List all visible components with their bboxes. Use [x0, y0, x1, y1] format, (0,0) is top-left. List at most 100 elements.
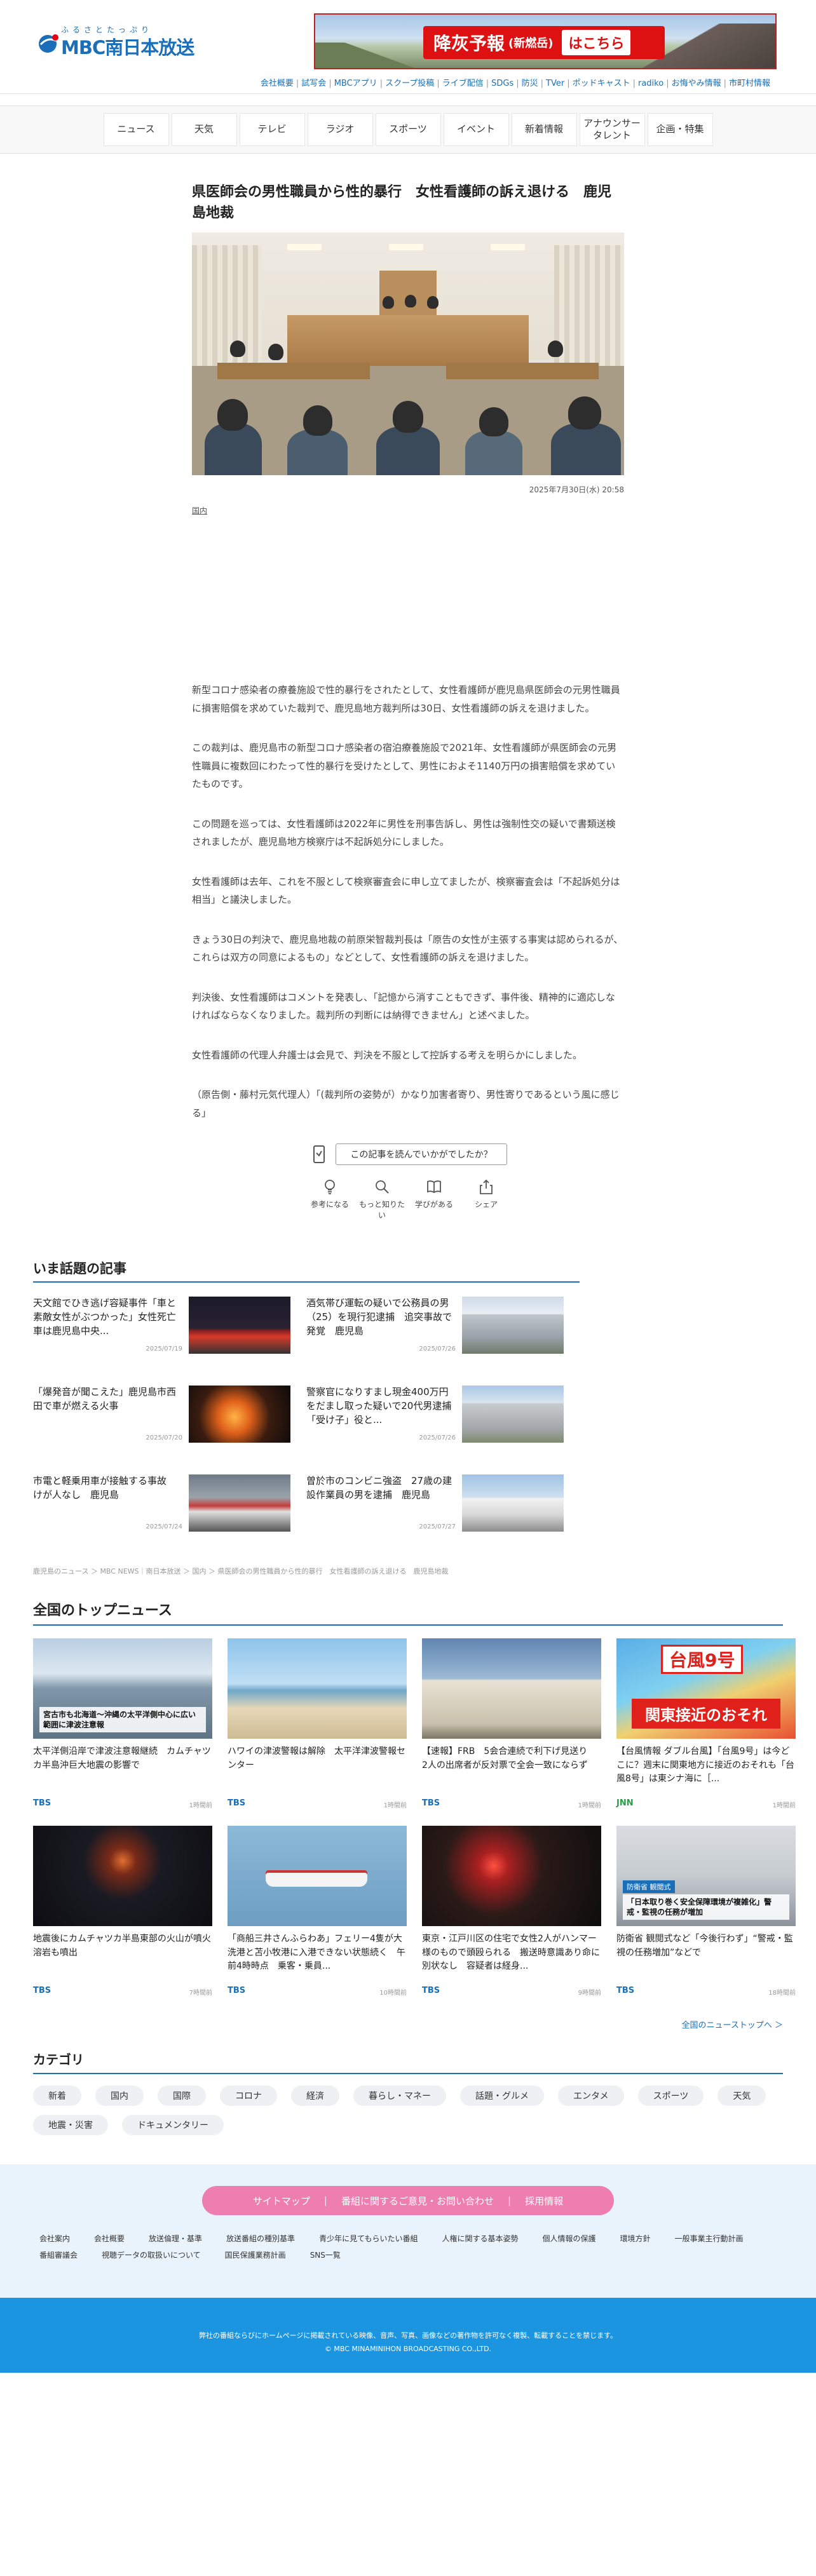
- footer-links: 会社案内 会社概要 放送倫理・基準 放送番組の種別基準 青少年に見てもらいたい番組 人権に…: [39, 2230, 777, 2264]
- top-news-thumbnail: [422, 1826, 601, 1926]
- category-chip[interactable]: エンタメ: [558, 2086, 624, 2106]
- nav-item[interactable]: スポーツ: [375, 113, 441, 146]
- ad-panel: 降灰予報 (新燃岳) はこちら: [423, 26, 665, 59]
- ferry-shape: [266, 1870, 367, 1887]
- nav-item[interactable]: 新着情報: [511, 113, 577, 146]
- article-paragraph: この裁判は、鹿児島市の新型コロナ感染者の宿泊療養施設で2021年、女性看護師が県…: [192, 742, 617, 790]
- nav-item[interactable]: イベント: [443, 113, 509, 146]
- top-news-card[interactable]: ハワイの津波警報は解除 太平洋津波警報センター TBS 1時間前: [228, 1638, 407, 1826]
- top-news-card[interactable]: 関東接近のおそれ 台風9号 【台風情報 ダブル台風】「台風9号」は今どこに？週末に関…: [616, 1638, 796, 1826]
- utility-link[interactable]: ライブ配信: [440, 79, 486, 88]
- category-chip[interactable]: 経済: [291, 2086, 339, 2106]
- article-paragraph: 判決後、女性看護師はコメントを発表し、「記憶から消すこともできず、事件後、精神的…: [192, 991, 615, 1022]
- footer-link[interactable]: 個人情報の保護: [542, 2230, 595, 2247]
- category-chip[interactable]: 地震・災害: [33, 2115, 108, 2135]
- nav-item[interactable]: テレビ: [239, 113, 305, 146]
- photo-audience: [551, 423, 621, 475]
- utility-link[interactable]: お悔やみ情報: [669, 79, 724, 88]
- utility-link[interactable]: radiko: [636, 79, 666, 88]
- ad-banner-ashfall[interactable]: 降灰予報 (新燃岳) はこちら: [314, 13, 777, 69]
- category-chip[interactable]: スポーツ: [637, 2086, 704, 2106]
- category-chip[interactable]: ドキュメンタリー: [122, 2115, 224, 2135]
- hot-article[interactable]: 警察官になりすまし現金400万円をだまし取った疑いで20代男逮捕 「受け子」役と…: [306, 1386, 580, 1460]
- top-news-title: ハワイの津波警報は解除 太平洋津波警報センター: [228, 1746, 405, 1770]
- top-news-card[interactable]: 「日本取り巻く安全保障環境が複雑化」警戒・監視の任務が増加 防衛省 観閲式 防衛省 …: [616, 1826, 796, 2013]
- lightbulb-icon: [325, 1180, 335, 1194]
- reaction-want-more[interactable]: もっと知りたい: [356, 1178, 408, 1220]
- hot-article[interactable]: 「爆発音が聞こえた」鹿児島市西田で車が燃える火事 2025/07/20: [33, 1386, 306, 1460]
- top-news-source: JNN: [616, 1798, 634, 1808]
- footer-link[interactable]: 環境方針: [620, 2230, 651, 2247]
- utility-link[interactable]: MBCアプリ: [332, 79, 380, 88]
- utility-link[interactable]: 会社概要: [258, 79, 296, 88]
- footer-link[interactable]: 放送倫理・基準: [149, 2230, 202, 2247]
- top-news-card[interactable]: 宮古市も北海道〜沖縄の太平洋側中心に広い範囲に津波注意報 太平洋側沿岸で津波注意報…: [33, 1638, 212, 1826]
- hot-article[interactable]: 曽於市のコンビニ強盗 27歳の建設作業員の男を逮捕 鹿児島 2025/07/27: [306, 1474, 580, 1549]
- footer-link[interactable]: 視聴データの取扱いについて: [102, 2247, 201, 2263]
- reaction-share[interactable]: シェア: [460, 1178, 512, 1220]
- category-chip[interactable]: 国際: [158, 2086, 206, 2106]
- article: 県医師会の男性職員から性的暴行 女性看護師の訴え退ける 鹿児島地裁 2025年7…: [192, 154, 624, 1220]
- top-news-card[interactable]: 「商船三井さんふらわあ」フェリー4隻が大洗港と苫小牧港に入港できない状態続く 午…: [228, 1826, 407, 2013]
- top-news-card[interactable]: 【速報】FRB 5会合連続で利下げ見送り 2人の出席者が反対票で全会一致にならず…: [422, 1638, 601, 1826]
- article-paragraph: 女性看護師は去年、これを不服として検察審査会に申し立てましたが、検察審査会は「不…: [192, 875, 620, 906]
- photo-audience-head: [568, 396, 601, 429]
- book-icon: [427, 1180, 441, 1194]
- footer-link[interactable]: 青少年に見てもらいたい番組: [319, 2230, 418, 2247]
- footer-link[interactable]: SNS一覧: [310, 2247, 341, 2263]
- utility-link[interactable]: 防災: [519, 79, 541, 88]
- utility-link[interactable]: 市町村情報: [726, 79, 773, 88]
- top-news-thumbnail: [228, 1826, 407, 1926]
- bottom-gap: [0, 2373, 816, 2385]
- footer-bar-link[interactable]: 番組に関するご意見・お問い合わせ: [327, 2194, 508, 2208]
- footer-link[interactable]: 人権に関する基本姿勢: [442, 2230, 518, 2247]
- nav-item[interactable]: 天気: [171, 113, 237, 146]
- hot-article[interactable]: 天文館でひき逃げ容疑事件「車と素敵女性がぶつかった」女性死亡 車は鹿児島中央..…: [33, 1297, 306, 1372]
- link-separator: |: [516, 79, 519, 88]
- article-paragraph: 新型コロナ感染者の療養施設で性的暴行をされたとして、女性看護師が鹿児島県医師会の…: [192, 684, 620, 714]
- top-news-source: TBS: [228, 1798, 246, 1808]
- site-logo[interactable]: ふるさとたっぷり MBC南日本放送: [37, 24, 202, 58]
- utility-links: 会社概要 | 試写会 | MBCアプリ | スクープ投稿 | ライブ配信 | SDGs | 防災 | TVe…: [0, 76, 816, 94]
- footer-link[interactable]: 会社案内: [39, 2230, 70, 2247]
- footer-link[interactable]: 放送番組の種別基準: [226, 2230, 295, 2247]
- reaction-helpful[interactable]: 参考になる: [304, 1178, 356, 1220]
- article-body: 新型コロナ感染者の療養施設で性的暴行をされたとして、女性看護師が鹿児島県医師会の…: [192, 681, 624, 1122]
- utility-link[interactable]: 試写会: [299, 79, 329, 88]
- category-chip[interactable]: 国内: [95, 2086, 144, 2106]
- hot-article[interactable]: 市電と軽乗用車が接触する事故 けが人なし 鹿児島 2025/07/24: [33, 1474, 306, 1549]
- top-news-card[interactable]: 地震後にカムチャツカ半島東部の火山が噴火 溶岩も噴出 TBS 7時間前: [33, 1826, 212, 2013]
- article-category-link[interactable]: 国内: [192, 505, 624, 516]
- top-news-title: 全国のトップニュース: [33, 1599, 783, 1626]
- utility-link[interactable]: SDGs: [489, 79, 516, 88]
- reaction-learned[interactable]: 学びがある: [408, 1178, 460, 1220]
- footer-bar-link[interactable]: サイトマップ: [239, 2194, 324, 2208]
- category-chip[interactable]: 暮らし・マネー: [353, 2086, 446, 2106]
- nav-item[interactable]: ニュース: [103, 113, 169, 146]
- nav-item[interactable]: ラジオ: [307, 113, 373, 146]
- footer-link[interactable]: 国民保護業務計画: [225, 2247, 286, 2263]
- category-chip[interactable]: 天気: [717, 2086, 766, 2106]
- utility-link[interactable]: スクープ投稿: [383, 79, 437, 88]
- nav-item[interactable]: アナウンサー タレント: [579, 113, 645, 146]
- top-news-card[interactable]: 東京・江戸川区の住宅で女性2人がハンマー様のもので頭殴られる 搬送時意識あり命に…: [422, 1826, 601, 2013]
- hot-article[interactable]: 酒気帯び運転の疑いで公務員の男（25）を現行犯逮捕 追突事故で発覚 鹿児島 202…: [306, 1297, 580, 1372]
- hot-article-date: 2025/07/27: [419, 1523, 456, 1530]
- category-chip[interactable]: 新着: [33, 2086, 81, 2106]
- breadcrumb[interactable]: 鹿児島のニュース ＞ MBC NEWS｜南日本放送 ＞ 国内 ＞ 県医師会の男性…: [33, 1566, 580, 1576]
- footer-link[interactable]: 番組審議会: [39, 2247, 78, 2263]
- hot-article-text: 曽於市のコンビニ強盗 27歳の建設作業員の男を逮捕 鹿児島 2025/07/27: [306, 1474, 462, 1549]
- top-news-thumbnail: [33, 1826, 212, 1926]
- footer-link[interactable]: 会社概要: [94, 2230, 125, 2247]
- nav-item[interactable]: 企画・特集: [647, 113, 713, 146]
- top-news-title: 「商船三井さんふらわあ」フェリー4隻が大洗港と苫小牧港に入港できない状態続く 午…: [228, 1934, 405, 1972]
- top-news-title: 太平洋側沿岸で津波注意報継続 カムチャツカ半島沖巨大地震の影響で: [33, 1746, 211, 1770]
- footer-link[interactable]: 一般事業主行動計画: [675, 2230, 744, 2247]
- utility-link[interactable]: ポッドキャスト: [570, 79, 633, 88]
- footer-bar-link[interactable]: 採用情報: [511, 2194, 577, 2208]
- utility-link[interactable]: TVer: [543, 79, 567, 88]
- top-news-more-link[interactable]: 全国のニューストップへ ＞: [33, 2018, 783, 2030]
- category-chip[interactable]: コロナ: [220, 2086, 277, 2106]
- category-chip[interactable]: 話題・グルメ: [460, 2086, 544, 2106]
- photo-judge: [427, 296, 439, 309]
